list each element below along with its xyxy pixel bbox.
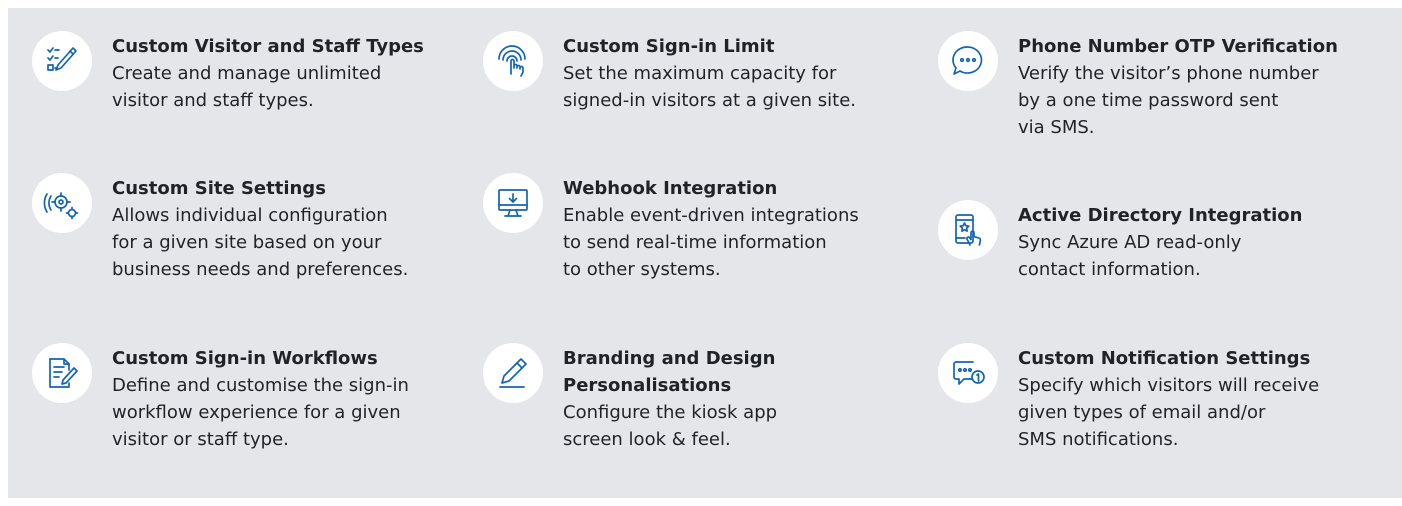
phone-star-hand-icon — [938, 200, 998, 260]
feature-title: Custom Visitor and Staff Types — [112, 36, 424, 57]
feature-description: Enable event-driven integrations to send… — [563, 205, 859, 280]
feature-title: Custom Site Settings — [112, 178, 326, 199]
feature-title: Webhook Integration — [563, 178, 778, 199]
feature-description: Sync Azure AD read-only contact informat… — [1018, 232, 1242, 280]
chat-bubble-dots-icon — [938, 31, 998, 91]
message-notification-icon — [938, 343, 998, 403]
feature-title: Custom Sign-in Limit — [563, 36, 775, 57]
feature-description: Specify which visitors will receive give… — [1018, 375, 1320, 450]
feature-description: Create and manage unlimited visitor and … — [112, 63, 382, 111]
feature-title: Phone Number OTP Verification — [1018, 36, 1338, 57]
feature-title: Branding and Design Personalisations — [563, 348, 776, 396]
feature-description: Allows individual configuration for a gi… — [112, 205, 409, 280]
pencil-icon — [483, 343, 543, 403]
checklist-pencil-icon — [32, 31, 92, 91]
feature-description: Configure the kiosk app screen look & fe… — [563, 402, 778, 450]
gear-settings-icon — [32, 173, 92, 233]
feature-description: Define and customise the sign-in workflo… — [112, 375, 409, 450]
feature-description: Verify the visitor’s phone number by a o… — [1018, 63, 1319, 138]
document-pen-icon — [32, 343, 92, 403]
feature-description: Set the maximum capacity for signed-in v… — [563, 63, 857, 111]
feature-title: Active Directory Integration — [1018, 205, 1303, 226]
touch-hand-icon — [483, 31, 543, 91]
feature-title: Custom Notification Settings — [1018, 348, 1311, 369]
monitor-download-icon — [483, 173, 543, 233]
feature-title: Custom Sign-in Workflows — [112, 348, 378, 369]
features-panel: Custom Visitor and Staff Types Create an… — [8, 8, 1402, 498]
